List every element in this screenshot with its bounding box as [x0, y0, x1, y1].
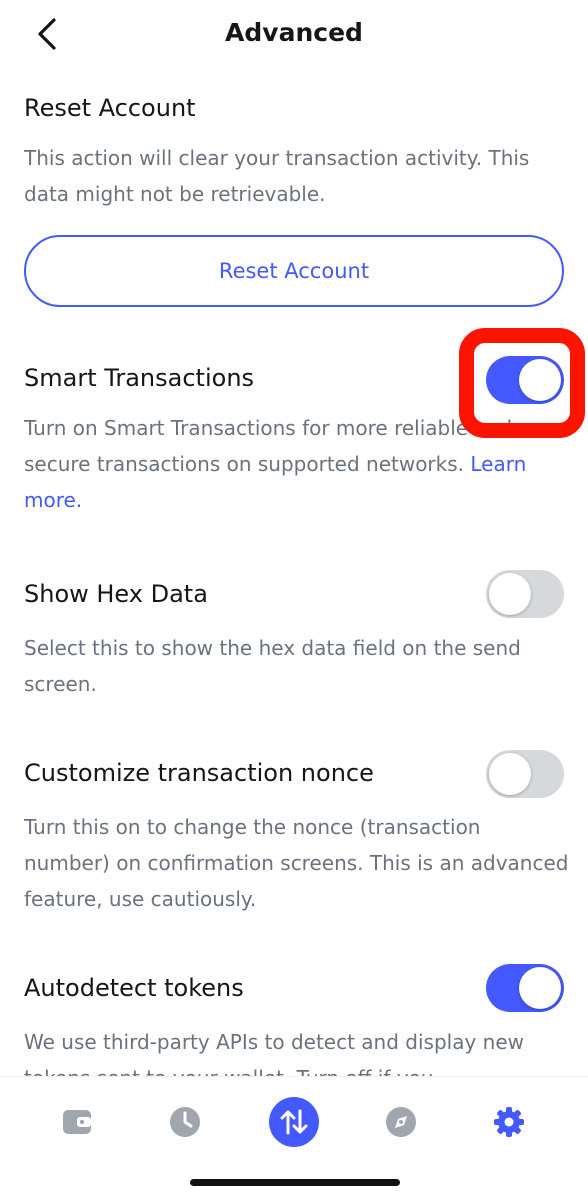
show-hex-data-description: Select this to show the hex data field o…: [24, 636, 521, 696]
smart-transactions-title: Smart Transactions: [24, 364, 255, 392]
tab-swap[interactable]: [264, 1093, 324, 1153]
autodetect-tokens-title: Autodetect tokens: [24, 974, 244, 1002]
show-hex-data-title: Show Hex Data: [24, 580, 208, 608]
smart-transactions-description-text: Turn on Smart Transactions for more reli…: [24, 416, 513, 476]
autodetect-tokens-toggle[interactable]: [486, 964, 564, 1012]
wallet-icon: [63, 1110, 91, 1134]
reset-account-title: Reset Account: [24, 94, 196, 122]
toggle-knob: [489, 753, 531, 795]
advanced-settings-screen: Advanced Reset Account This action will …: [0, 0, 588, 1200]
smart-transactions-toggle[interactable]: [486, 356, 564, 404]
autodetect-tokens-description: We use third-party APIs to detect and di…: [24, 1030, 524, 1076]
tab-browser[interactable]: [371, 1093, 431, 1153]
customize-nonce-title: Customize transaction nonce: [24, 759, 374, 787]
swap-arrows-icon: [269, 1097, 319, 1147]
tab-wallet[interactable]: [47, 1093, 107, 1153]
tab-settings[interactable]: [479, 1093, 539, 1153]
header: Advanced: [0, 0, 588, 68]
settings-list[interactable]: Reset Account This action will clear you…: [0, 70, 588, 1076]
page-title: Advanced: [225, 18, 363, 47]
clock-icon: [170, 1107, 200, 1137]
customize-nonce-description: Turn this on to change the nonce (transa…: [24, 815, 569, 911]
toggle-knob: [489, 573, 531, 615]
show-hex-data-toggle[interactable]: [486, 570, 564, 618]
smart-transactions-description: Turn on Smart Transactions for more reli…: [24, 410, 572, 518]
home-indicator: [190, 1179, 400, 1186]
reset-account-description: This action will clear your transaction …: [24, 146, 530, 206]
tab-activity[interactable]: [155, 1093, 215, 1153]
reset-account-button[interactable]: Reset Account: [24, 235, 564, 307]
gear-icon: [494, 1107, 524, 1137]
compass-icon: [386, 1107, 416, 1137]
toggle-knob: [519, 967, 561, 1009]
toggle-knob: [519, 359, 561, 401]
customize-nonce-toggle[interactable]: [486, 750, 564, 798]
